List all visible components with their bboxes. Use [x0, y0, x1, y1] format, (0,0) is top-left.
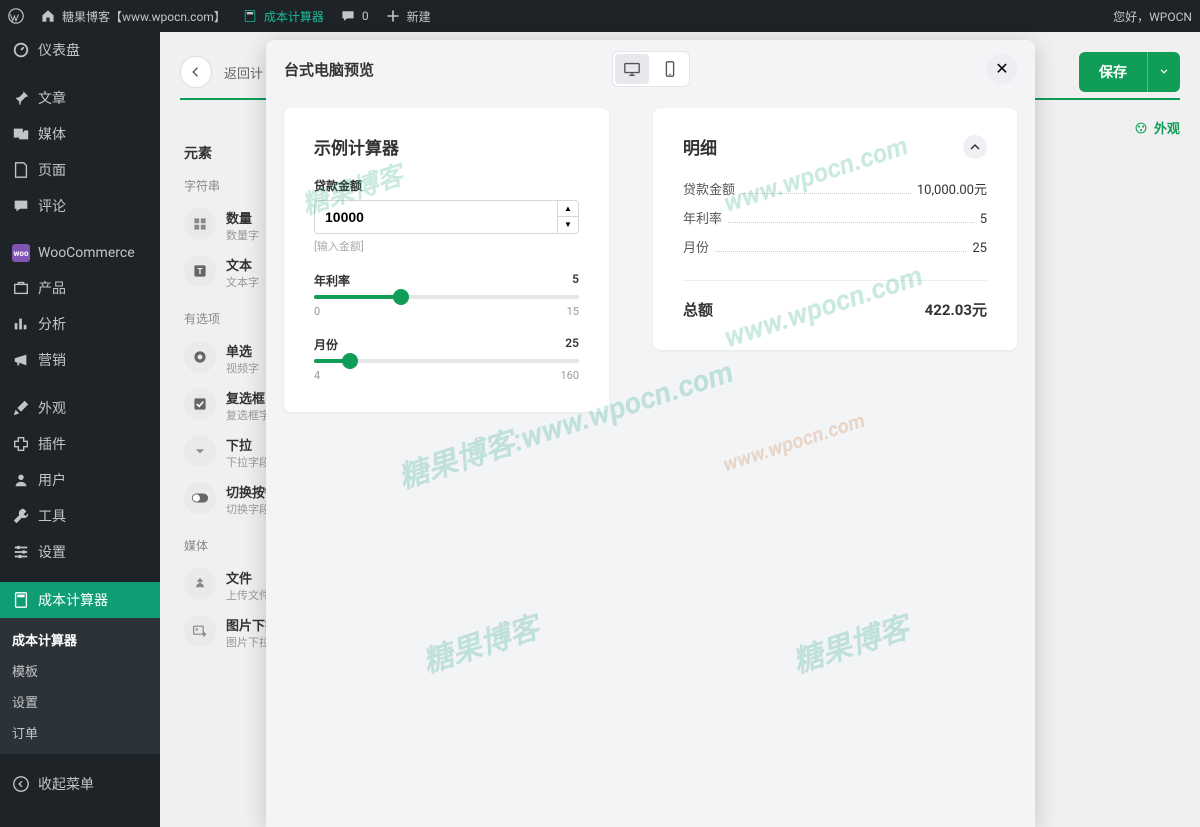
detail-row: 月份25: [683, 237, 987, 256]
brush-icon: [12, 399, 30, 417]
detail-row: 贷款金额10,000.00元: [683, 179, 987, 198]
detail-title: 明细: [683, 134, 717, 159]
total-value: 422.03元: [925, 299, 987, 320]
submenu-settings[interactable]: 设置: [0, 686, 160, 717]
submenu-templates[interactable]: 模板: [0, 655, 160, 686]
menu-settings[interactable]: 设置: [0, 534, 160, 570]
adminbar-new[interactable]: 新建: [385, 8, 431, 25]
preview-modal: 台式电脑预览 ✕ 示例计算器 贷款金额 ▲ ▼ [输入金额] 年利率5: [266, 40, 1035, 827]
adminbar-calc[interactable]: 成本计算器: [242, 8, 324, 25]
submenu-calc: 成本计算器 模板 设置 订单: [0, 618, 160, 754]
loan-amount-hint: [输入金额]: [314, 238, 579, 254]
calculator-title: 示例计算器: [314, 134, 579, 159]
tab-appearance[interactable]: 外观: [1134, 118, 1180, 137]
comments-icon: [12, 197, 30, 215]
menu-pages[interactable]: 页面: [0, 152, 160, 188]
products-icon: [12, 279, 30, 297]
calc-icon: [12, 591, 30, 609]
menu-cost-calculator[interactable]: 成本计算器: [0, 582, 160, 618]
menu-analytics[interactable]: 分析: [0, 306, 160, 342]
rate-label: 年利率: [314, 272, 350, 289]
megaphone-icon: [12, 351, 30, 369]
loan-amount-input[interactable]: [315, 201, 557, 233]
menu-woocommerce[interactable]: wooWooCommerce: [0, 236, 160, 270]
submenu-head[interactable]: 成本计算器: [0, 624, 160, 655]
dropdown-icon: [184, 435, 216, 467]
collapse-icon: [12, 775, 30, 793]
rate-slider[interactable]: [314, 295, 579, 299]
page-icon: [12, 161, 30, 179]
loan-amount-increment[interactable]: ▲: [558, 201, 578, 217]
dashboard-icon: [12, 41, 30, 59]
menu-collapse[interactable]: 收起菜单: [0, 766, 160, 802]
radio-icon: [184, 341, 216, 373]
pin-icon: [12, 89, 30, 107]
menu-marketing[interactable]: 营销: [0, 342, 160, 378]
rate-slider-thumb[interactable]: [393, 289, 409, 305]
sliders-icon: [12, 543, 30, 561]
menu-users[interactable]: 用户: [0, 462, 160, 498]
save-dropdown[interactable]: [1147, 52, 1180, 92]
checkbox-icon: [184, 388, 216, 420]
menu-media[interactable]: 媒体: [0, 116, 160, 152]
rate-max: 15: [567, 305, 579, 318]
menu-comments[interactable]: 评论: [0, 188, 160, 224]
users-icon: [12, 471, 30, 489]
media-icon: [12, 125, 30, 143]
site-home[interactable]: 糖果博客【www.wpocn.com】: [40, 8, 226, 25]
save-button[interactable]: 保存: [1079, 52, 1147, 92]
back-button[interactable]: [180, 56, 212, 88]
menu-posts[interactable]: 文章: [0, 80, 160, 116]
admin-bar: 糖果博客【www.wpocn.com】 成本计算器 0 新建 您好，WPOCN: [0, 0, 1200, 32]
total-label: 总额: [683, 299, 713, 320]
text-icon: T: [184, 255, 216, 287]
device-desktop[interactable]: [615, 54, 649, 84]
collapse-detail-button[interactable]: [963, 135, 987, 159]
calculator-card: 示例计算器 贷款金额 ▲ ▼ [输入金额] 年利率 5 0 15 月份 25: [284, 108, 609, 412]
rate-min: 0: [314, 305, 320, 318]
back-label: 返回计: [224, 63, 263, 82]
menu-products[interactable]: 产品: [0, 270, 160, 306]
menu-plugins[interactable]: 插件: [0, 426, 160, 462]
adminbar-comments[interactable]: 0: [340, 8, 369, 24]
quantity-icon: [184, 208, 216, 240]
months-slider-thumb[interactable]: [342, 353, 358, 369]
menu-tools[interactable]: 工具: [0, 498, 160, 534]
loan-amount-label: 贷款金额: [314, 177, 579, 194]
toggle-icon: [184, 482, 216, 514]
svg-text:T: T: [198, 267, 203, 276]
loan-amount-decrement[interactable]: ▼: [558, 217, 578, 233]
submenu-orders[interactable]: 订单: [0, 717, 160, 748]
image-dropdown-icon: [184, 615, 216, 647]
analytics-icon: [12, 315, 30, 333]
close-button[interactable]: ✕: [987, 54, 1017, 84]
admin-sidebar: 仪表盘 文章 媒体 页面 评论 wooWooCommerce 产品 分析 营销 …: [0, 32, 160, 827]
detail-card: 明细 贷款金额10,000.00元 年利率5 月份25 总额 422.03元: [653, 108, 1017, 350]
adminbar-greeting[interactable]: 您好，WPOCN: [1113, 8, 1192, 25]
device-toggle: [612, 51, 690, 87]
site-name: 糖果博客【www.wpocn.com】: [62, 8, 226, 25]
modal-title: 台式电脑预览: [284, 59, 374, 80]
wp-logo[interactable]: [8, 8, 24, 24]
tools-icon: [12, 507, 30, 525]
device-mobile[interactable]: [653, 54, 687, 84]
rate-value: 5: [572, 272, 579, 289]
months-slider[interactable]: [314, 359, 579, 363]
months-min: 4: [314, 369, 320, 382]
menu-dashboard[interactable]: 仪表盘: [0, 32, 160, 68]
loan-amount-input-wrapper: ▲ ▼: [314, 200, 579, 234]
menu-appearance[interactable]: 外观: [0, 390, 160, 426]
file-icon: [184, 568, 216, 600]
months-max: 160: [560, 369, 579, 382]
woo-icon: woo: [12, 244, 30, 262]
months-value: 25: [565, 336, 579, 353]
months-label: 月份: [314, 336, 338, 353]
detail-row: 年利率5: [683, 208, 987, 227]
plugin-icon: [12, 435, 30, 453]
